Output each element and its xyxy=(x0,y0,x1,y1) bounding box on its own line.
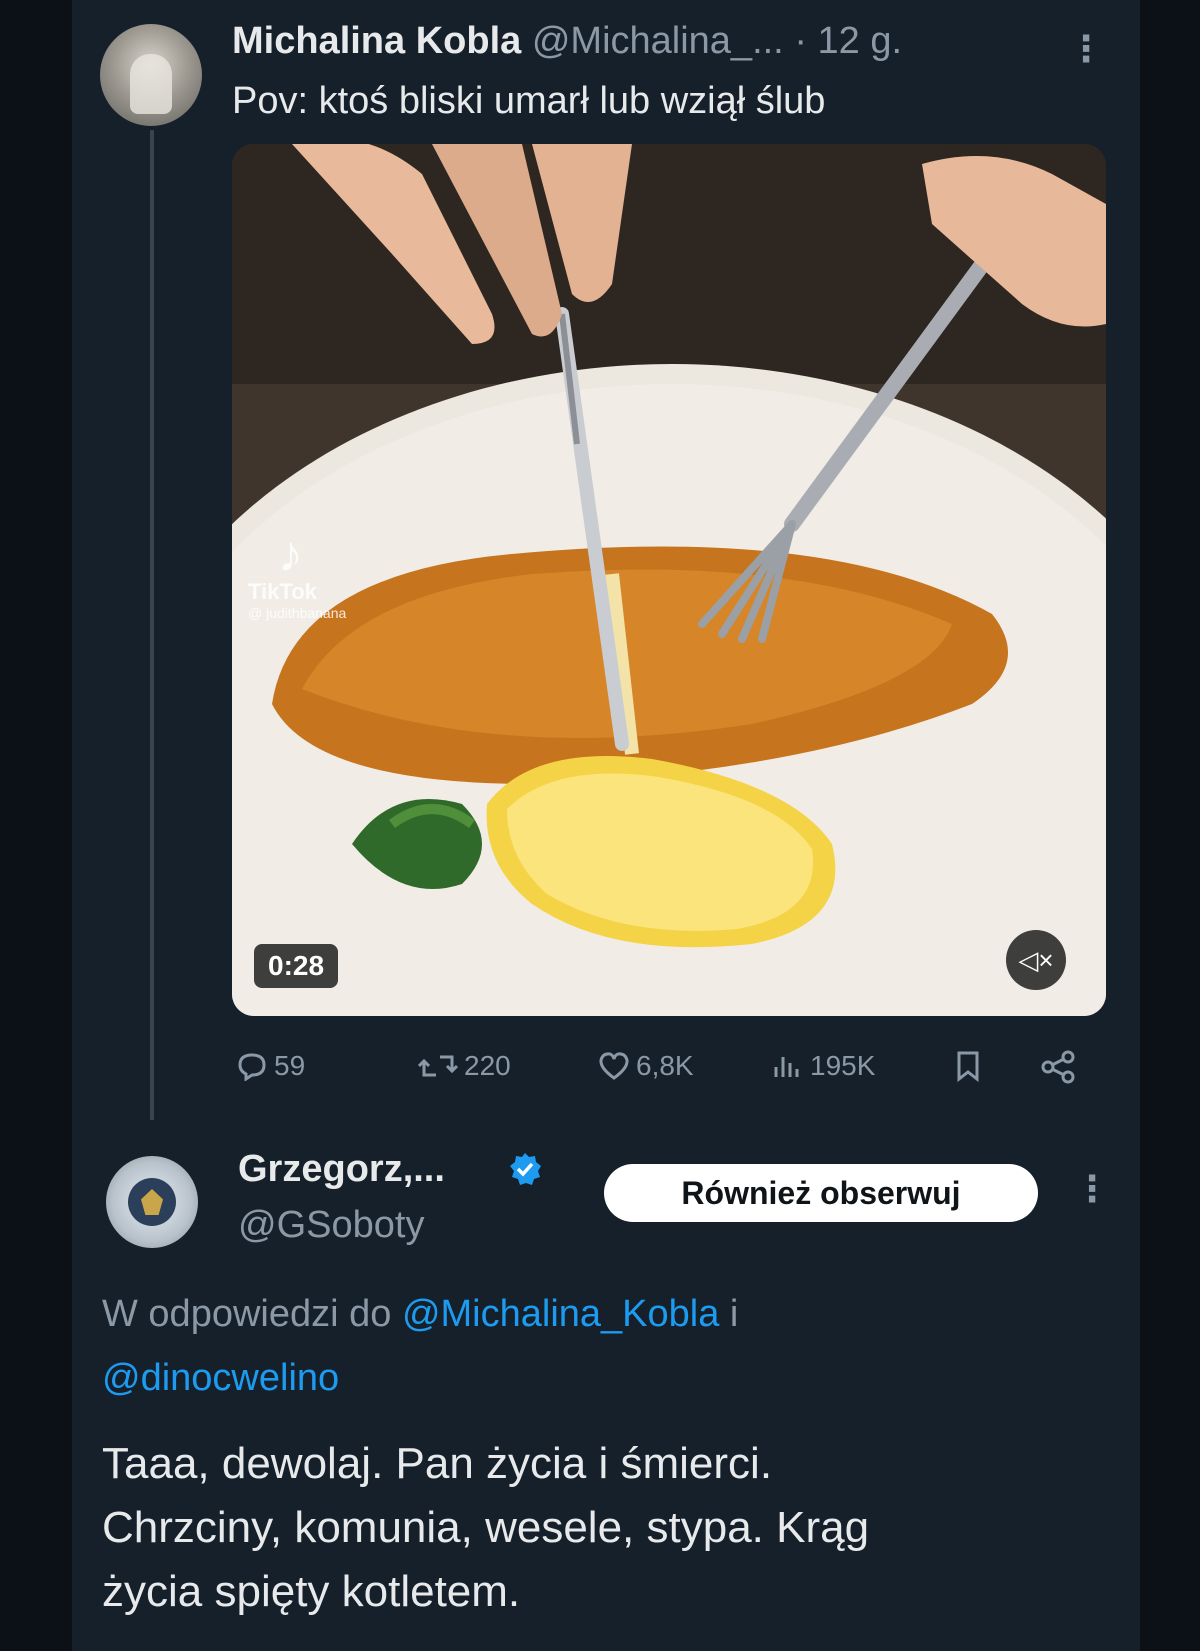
screenshot-frame: Michalina Kobla @Michalina_... · 12 g. ⋮… xyxy=(0,0,1200,1651)
views-count: 195K xyxy=(810,1050,876,1081)
bookmark-icon xyxy=(957,1051,979,1082)
tweet-actions: 59 220 6,8K 195K xyxy=(0,1050,1200,1090)
author-name[interactable]: Michalina Kobla xyxy=(232,20,521,62)
reply-count: 59 xyxy=(274,1050,306,1081)
heart-icon xyxy=(599,1052,629,1080)
share-button[interactable] xyxy=(1040,1050,1076,1084)
author-handle[interactable]: @GSoboty xyxy=(238,1204,424,1247)
author-handle[interactable]: @Michalina_... xyxy=(532,20,784,62)
repost-icon xyxy=(418,1055,458,1077)
repost-count: 220 xyxy=(464,1050,511,1081)
tweet-text-line: życia spięty kotletem. xyxy=(102,1567,521,1616)
mention-link[interactable]: @Michalina_Kobla xyxy=(402,1293,719,1335)
video-player[interactable]: ♪ TikTok @ judithbanana 0:28 ◁× xyxy=(232,144,1106,1016)
more-options-icon[interactable]: ⋮ xyxy=(1074,1168,1110,1210)
avatar[interactable] xyxy=(100,24,202,126)
follow-back-button[interactable]: Również obserwuj xyxy=(604,1164,1038,1222)
more-options-icon[interactable]: ⋮ xyxy=(1068,28,1104,70)
right-border xyxy=(1140,0,1200,1651)
views-chart-icon xyxy=(774,1057,799,1077)
thread-connector-line xyxy=(150,130,154,1120)
like-button[interactable]: 6,8K xyxy=(598,1050,694,1082)
tweet-text: Pov: ktoś bliski umarł lub wziął ślub xyxy=(232,80,826,122)
tweet-time[interactable]: · 12 g. xyxy=(794,20,902,62)
like-count: 6,8K xyxy=(636,1050,694,1081)
tweet-text-line: Chrzciny, komunia, wesele, stypa. Krąg xyxy=(102,1503,870,1552)
avatar[interactable] xyxy=(106,1156,198,1248)
bookmark-button[interactable] xyxy=(954,1050,982,1082)
repost-button[interactable]: 220 xyxy=(418,1050,511,1082)
tweet-text: Taaa, dewolaj. Pan życia i śmierci. Chrz… xyxy=(102,1432,1122,1624)
speaker-muted-icon[interactable]: ◁× xyxy=(1006,930,1066,990)
tiktok-icon: ♪ xyxy=(278,526,303,582)
mention-link[interactable]: @dinocwelino xyxy=(102,1357,339,1399)
left-border xyxy=(0,0,72,1651)
tweet-text-line: Taaa, dewolaj. Pan życia i śmierci. xyxy=(102,1439,773,1488)
reply-prefix: W odpowiedzi do xyxy=(102,1293,402,1335)
tiktok-watermark: ♪ TikTok @ judithbanana xyxy=(248,526,347,621)
video-frame xyxy=(232,144,1106,1016)
share-icon xyxy=(1041,1050,1075,1084)
replying-to: W odpowiedzi do @Michalina_Kobla i @dinoc… xyxy=(102,1282,1122,1410)
reply-icon xyxy=(238,1053,266,1081)
author-name[interactable]: Grzegorz,... xyxy=(238,1148,445,1191)
reply-conjunction: i xyxy=(719,1293,739,1335)
reply-button[interactable]: 59 xyxy=(236,1050,305,1082)
views-button[interactable]: 195K xyxy=(772,1050,875,1082)
video-duration: 0:28 xyxy=(254,944,339,988)
tweet-header: Michalina Kobla @Michalina_... · 12 g. xyxy=(232,20,902,63)
verified-badge-icon xyxy=(510,1153,541,1185)
